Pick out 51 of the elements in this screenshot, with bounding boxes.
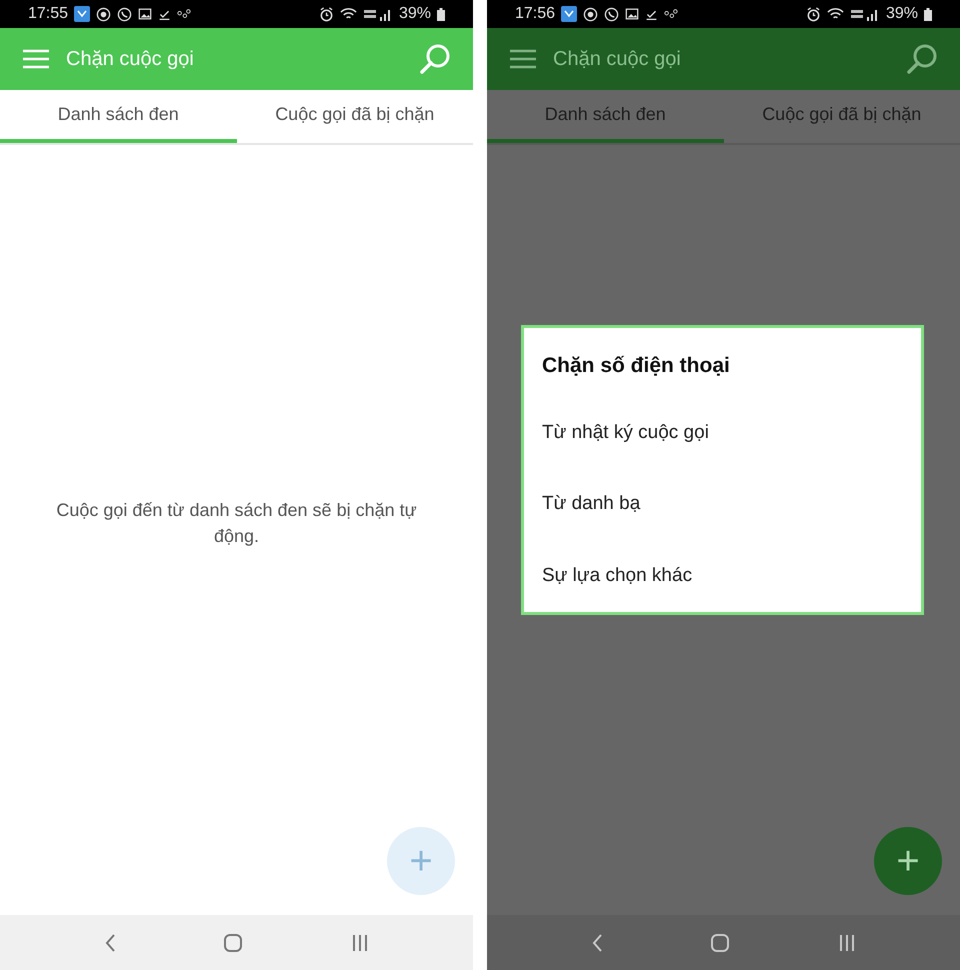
home-button[interactable] [710, 932, 730, 952]
home-button[interactable] [223, 932, 244, 952]
wifi-icon [340, 7, 357, 21]
battery-icon [924, 8, 932, 20]
dialog-option[interactable]: Từ danh bạ [542, 468, 921, 540]
search-button[interactable] [906, 43, 938, 75]
dialog-option[interactable]: Sự lựa chọn khác [542, 540, 921, 612]
badge-circle-icon [583, 6, 598, 22]
back-button[interactable] [104, 932, 116, 952]
menu-icon [22, 49, 50, 69]
app-notification-icon [561, 6, 578, 22]
recent-apps-button[interactable] [351, 934, 370, 952]
signal-dots-icon [177, 8, 192, 20]
badge-circle-icon [96, 6, 112, 22]
search-icon [906, 43, 938, 75]
add-button[interactable]: + [874, 827, 942, 895]
phone-circle-icon [117, 6, 132, 22]
image-icon [625, 7, 640, 21]
home-icon [710, 932, 730, 952]
battery-percent: 39% [886, 4, 918, 24]
home-icon [223, 932, 244, 952]
app-notification-icon [74, 6, 90, 22]
battery-percent: 39% [398, 4, 431, 24]
tab[interactable]: Danh sách đen [0, 90, 236, 143]
battery-icon [437, 8, 445, 20]
back-icon [590, 932, 603, 952]
search-icon [419, 43, 451, 75]
image-icon [138, 7, 152, 21]
search-button[interactable] [419, 43, 451, 75]
status-time: 17:55 [28, 4, 68, 24]
signal-strength-icon [362, 7, 393, 21]
recent-apps-button[interactable] [838, 934, 856, 952]
dialog-option[interactable]: Từ nhật ký cuộc gọi [542, 397, 921, 469]
empty-message: Cuộc gọi đến từ danh sách đen sẽ bị chặn tự động. [55, 498, 418, 548]
menu-icon [509, 49, 537, 69]
status-time: 17:56 [515, 4, 556, 24]
menu-button[interactable] [509, 49, 537, 69]
signal-dots-icon [664, 8, 678, 20]
app-title: Chặn cuộc gọi [553, 47, 682, 72]
tab[interactable]: Cuộc gọi đã bị chặn [236, 90, 473, 143]
wifi-icon [826, 7, 844, 21]
alarm-icon [318, 6, 334, 22]
back-icon [104, 932, 116, 952]
app-title: Chặn cuộc gọi [66, 47, 195, 72]
alarm-icon [806, 6, 821, 22]
recent-apps-icon [838, 934, 856, 952]
phone-circle-icon [604, 6, 620, 22]
signal-strength-icon [850, 7, 880, 21]
recent-apps-icon [351, 934, 370, 952]
dialog-title: Chặn số điện thoại [542, 353, 731, 379]
back-button[interactable] [590, 932, 603, 952]
